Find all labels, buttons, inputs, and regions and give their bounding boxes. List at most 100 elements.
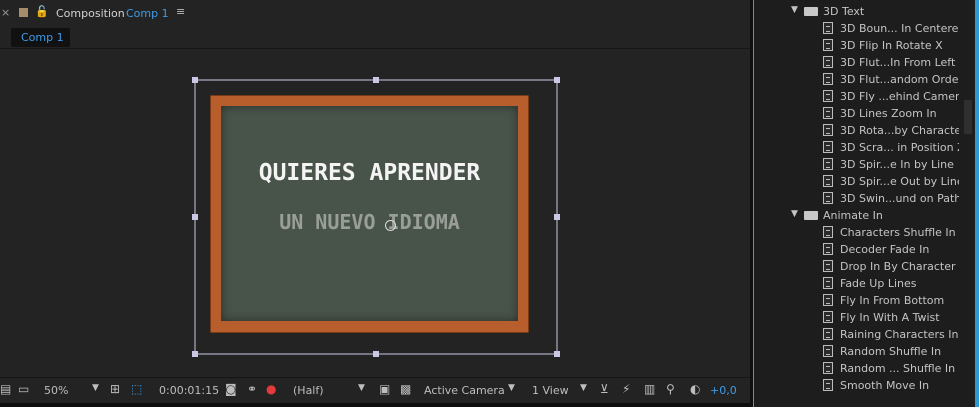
preset-label: 3D Boun... In Centered (840, 22, 966, 35)
preset-label: 3D Swin...und on Path (840, 192, 962, 205)
preset-label: 3D Flip In Rotate X (840, 39, 943, 52)
preset-item[interactable]: Raining Characters In (754, 326, 979, 343)
preset-label: Raining Characters In (840, 328, 959, 341)
preset-item[interactable]: 3D Flip In Rotate X (754, 37, 979, 54)
animation-preset-icon (823, 107, 833, 119)
animation-preset-icon (823, 90, 833, 102)
preset-label: Smooth Move In (840, 379, 930, 392)
color-channels-icon[interactable]: ● (266, 382, 276, 396)
preset-label: 3D Spir...e In by Line (840, 158, 954, 171)
animation-preset-icon (823, 73, 833, 85)
preset-item[interactable]: 3D Flut...andom Order (754, 71, 979, 88)
always-preview-icon[interactable]: ▤ (0, 382, 11, 396)
timeline-icon[interactable]: ▥ (644, 382, 655, 396)
monitor-icon[interactable]: ▭ (18, 382, 29, 396)
folder-label: Animate In (823, 209, 883, 222)
animation-preset-icon (823, 277, 833, 289)
zoom-dropdown[interactable]: 50% (44, 384, 68, 397)
chevron-down-icon[interactable]: ▼ (358, 383, 365, 393)
preset-item[interactable]: Fly In With A Twist (754, 309, 979, 326)
disclosure-triangle-icon[interactable]: ▼ (791, 5, 798, 15)
disclosure-triangle-icon[interactable]: ▼ (791, 209, 798, 219)
selection-outline (194, 79, 558, 355)
3d-view-dropdown[interactable]: Active Camera (424, 384, 505, 397)
preset-label: Fly In From Bottom (840, 294, 945, 307)
preset-item[interactable]: Decoder Fade In (754, 241, 979, 258)
preset-label: 3D Lines Zoom In (840, 107, 937, 120)
effects-presets-panel: ▼ 3D Text 3D Boun... In Centered 3D Flip In… (753, 0, 979, 407)
preset-item[interactable]: Random ... Shuffle In (754, 360, 979, 377)
animation-preset-icon (823, 328, 833, 340)
effects-folder[interactable]: ▼ Animate In (754, 207, 979, 224)
region-of-interest-icon[interactable]: ▣ (379, 382, 390, 396)
panel-focus-border (975, 0, 979, 407)
view-layout-dropdown[interactable]: 1 View (532, 384, 569, 397)
flowchart-icon[interactable]: ⚲ (666, 382, 675, 396)
folder-icon (804, 211, 818, 220)
preset-label: 3D Scra... in Position Z (840, 141, 965, 154)
preset-label: 3D Rota...by Character (840, 124, 966, 137)
scrollbar-thumb[interactable] (964, 100, 972, 134)
animation-preset-icon (823, 226, 833, 238)
preset-item[interactable]: Characters Shuffle In (754, 224, 979, 241)
preset-item[interactable]: Drop In By Character (754, 258, 979, 275)
chevron-down-icon[interactable]: ▼ (508, 383, 515, 393)
animation-preset-icon (823, 175, 833, 187)
animation-preset-icon (823, 294, 833, 306)
preset-label: Fly In With A Twist (840, 311, 940, 324)
animation-preset-icon (823, 39, 833, 51)
divider (0, 403, 750, 407)
animation-preset-icon (823, 22, 833, 34)
preset-label: 3D Spir...e Out by Line (840, 175, 964, 188)
handle-top-center (373, 77, 379, 83)
preset-item[interactable]: 3D Fly ...ehind Camera (754, 88, 979, 105)
preset-label: 3D Flut...In From Left (840, 56, 956, 69)
animation-preset-icon (823, 56, 833, 68)
animation-preset-icon (823, 141, 833, 153)
effects-scrollbar[interactable] (959, 0, 975, 407)
viewer-toolbar: ▤ ▭ 50% ▼ ⊞ ⬚ 0:00:01:15 ◙ ⚭ ● (Half) ▼ … (0, 377, 750, 404)
reset-exposure-icon[interactable]: ◐ (690, 382, 700, 396)
show-snapshot-icon[interactable]: ⚭ (247, 382, 257, 396)
preset-label: Characters Shuffle In (840, 226, 956, 239)
preset-label: 3D Flut...andom Order (840, 73, 964, 86)
animation-preset-icon (823, 311, 833, 323)
animation-preset-icon (823, 124, 833, 136)
preset-item[interactable]: 3D Scra... in Position Z (754, 139, 979, 156)
resolution-dropdown[interactable]: (Half) (293, 384, 324, 397)
handle-middle-left (192, 214, 198, 220)
chevron-down-icon[interactable]: ▼ (92, 383, 99, 393)
handle-top-left (192, 77, 198, 83)
preset-label: Random Shuffle In (840, 345, 942, 358)
preset-item[interactable]: 3D Flut...In From Left (754, 54, 979, 71)
handle-bottom-center (373, 351, 379, 357)
preset-item[interactable]: 3D Lines Zoom In (754, 105, 979, 122)
toggle-pixel-aspect-icon[interactable]: ⊻ (600, 382, 609, 396)
preset-item[interactable]: 3D Spir...e In by Line (754, 156, 979, 173)
preset-label: Decoder Fade In (840, 243, 930, 256)
effects-folder[interactable]: ▼ 3D Text (754, 3, 979, 20)
preset-item[interactable]: 3D Rota...by Character (754, 122, 979, 139)
preset-label: Random ... Shuffle In (840, 362, 956, 375)
preset-item[interactable]: Fly In From Bottom (754, 292, 979, 309)
handle-top-right (554, 77, 560, 83)
current-time-display[interactable]: 0:00:01:15 (159, 384, 219, 397)
preset-item[interactable]: 3D Swin...und on Path (754, 190, 979, 207)
transparency-grid-icon[interactable]: ▩ (400, 382, 411, 396)
snapshot-camera-icon[interactable]: ◙ (225, 382, 237, 396)
preset-item[interactable]: Fade Up Lines (754, 275, 979, 292)
fast-previews-icon[interactable]: ⚡ (622, 382, 630, 396)
mask-visibility-icon[interactable]: ⬚ (131, 382, 142, 396)
animation-preset-icon (823, 362, 833, 374)
chevron-down-icon[interactable]: ▼ (580, 383, 587, 393)
preset-item[interactable]: Random Shuffle In (754, 343, 979, 360)
folder-icon (804, 7, 818, 16)
preset-item[interactable]: Smooth Move In (754, 377, 979, 394)
composition-panel: × 🔓 Composition Comp 1 ≡ Comp 1 QUIERES … (0, 0, 750, 407)
handle-bottom-left (192, 351, 198, 357)
preset-item[interactable]: 3D Boun... In Centered (754, 20, 979, 37)
grid-guides-icon[interactable]: ⊞ (110, 382, 120, 396)
layer-selection-bounds (192, 77, 560, 357)
preset-item[interactable]: 3D Spir...e Out by Line (754, 173, 979, 190)
exposure-value[interactable]: +0,0 (710, 384, 737, 397)
